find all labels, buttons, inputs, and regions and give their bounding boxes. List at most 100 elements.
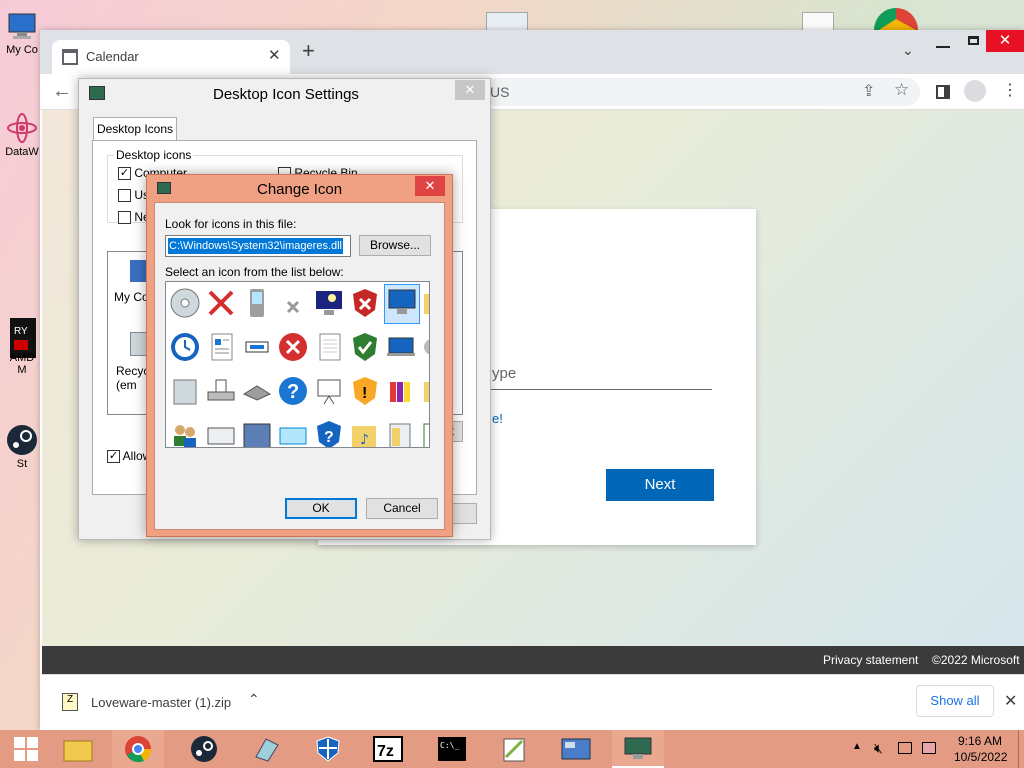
show-desktop-button[interactable] — [1018, 730, 1024, 768]
security-alert-icon[interactable] — [922, 742, 936, 754]
settings-shortcut-icon[interactable] — [486, 12, 528, 32]
tab-calendar[interactable]: Calendar ✕ — [52, 40, 290, 74]
profile-avatar-icon[interactable] — [964, 80, 986, 102]
speaker-muted-icon[interactable]: 🔇︎ — [874, 740, 883, 757]
back-arrow-icon[interactable]: ← — [52, 80, 72, 103]
tab-close-icon[interactable]: ✕ — [268, 46, 281, 64]
shield-help-icon[interactable]: ? — [312, 418, 346, 447]
maximize-icon[interactable] — [968, 36, 979, 45]
card-link[interactable]: e! — [492, 411, 503, 426]
clock-icon[interactable] — [168, 330, 202, 364]
menu-kebab-icon[interactable]: ⋮ — [1002, 80, 1018, 102]
svg-text:?: ? — [324, 429, 334, 446]
taskbar-defender[interactable] — [302, 730, 354, 768]
shield-warning-icon[interactable]: ! — [348, 374, 382, 408]
monitor-icon-selected[interactable] — [384, 284, 420, 324]
blue-folder-icon[interactable] — [240, 418, 274, 447]
taskbar-7zip[interactable]: 7z — [362, 730, 414, 768]
blank-document-icon[interactable] — [312, 330, 346, 364]
look-label: Look for icons in this file: — [165, 217, 297, 231]
next-button[interactable]: Next — [606, 469, 714, 501]
side-panel-icon[interactable] — [936, 85, 950, 99]
taskbar: 7z C:\_ ▲ 🔇︎ 9:16 AM 10/5/2022 — [0, 730, 1024, 768]
desktop-icon-computer[interactable]: My Co — [2, 10, 42, 56]
icon-list[interactable]: ? ! ? ♪ ‹ › — [165, 281, 430, 448]
taskbar-notebook[interactable] — [240, 730, 292, 768]
allow-themes-checkbox[interactable]: ✓ Allow — [107, 449, 151, 464]
file-path-input[interactable]: C:\Windows\System32\imageres.dll — [165, 235, 351, 257]
device-icon[interactable] — [168, 374, 202, 408]
taskbar-control-panel[interactable] — [550, 730, 602, 768]
gear-icon[interactable] — [422, 330, 429, 364]
display-icon — [157, 182, 171, 194]
computer-icon — [6, 10, 38, 42]
window-close-icon[interactable]: ✕ — [986, 30, 1024, 52]
tab-desktop-icons[interactable]: Desktop Icons — [93, 117, 177, 141]
dialog-close-icon[interactable]: ✕ — [455, 80, 485, 100]
chrome-shortcut-icon[interactable] — [874, 8, 918, 30]
start-button[interactable] — [0, 730, 52, 768]
cancel-button[interactable]: Cancel — [366, 498, 438, 519]
tablet-icon[interactable] — [276, 418, 310, 447]
clock-date[interactable]: 10/5/2022 — [954, 750, 1007, 764]
taskbar-steam[interactable] — [178, 730, 230, 768]
desktop-icon-steam[interactable]: St — [2, 424, 42, 470]
dialog-title: Desktop Icon Settings — [213, 86, 359, 103]
taskbar-chrome[interactable] — [112, 730, 164, 768]
taskbar-display-settings[interactable] — [612, 730, 664, 768]
media-library-icon[interactable] — [384, 374, 418, 408]
network-checkbox[interactable]: Ne — [118, 210, 150, 225]
tab-search-icon[interactable]: ⌄ — [902, 42, 914, 59]
shield-ok-icon[interactable] — [348, 330, 382, 364]
gray-x-icon[interactable] — [276, 286, 310, 320]
night-monitor-icon[interactable] — [312, 286, 346, 320]
clock-time[interactable]: 9:16 AM — [958, 734, 1002, 748]
scanner-icon[interactable] — [204, 374, 238, 408]
tray-overflow-icon[interactable]: ▲ — [852, 741, 862, 752]
error-circle-icon[interactable] — [276, 330, 310, 364]
taskbar-cmd[interactable]: C:\_ — [426, 730, 478, 768]
input-placeholder[interactable]: ype — [492, 365, 516, 382]
shield-error-icon[interactable] — [348, 286, 382, 320]
bookmark-star-icon[interactable]: ☆ — [894, 80, 909, 100]
dialog-close-icon[interactable]: ✕ — [415, 176, 445, 196]
download-filename[interactable]: Loveware-master (1).zip — [91, 695, 231, 710]
music-folder-icon[interactable]: ♪ — [348, 418, 382, 447]
document-list-icon[interactable] — [204, 330, 238, 364]
taskbar-file-explorer[interactable] — [52, 730, 104, 768]
share-icon[interactable]: ⇪ — [862, 81, 875, 101]
download-bar-close-icon[interactable]: ✕ — [1004, 691, 1017, 711]
dvd-icon[interactable] — [168, 286, 202, 320]
help-circle-icon[interactable]: ? — [276, 374, 310, 408]
taskbar-notepadpp[interactable] — [488, 730, 540, 768]
folder-icon[interactable] — [422, 374, 429, 408]
desktop-icon-label: DataW — [5, 146, 39, 158]
dialog-titlebar: Desktop Icon Settings ✕ — [79, 79, 490, 109]
desktop-icon-amd[interactable]: RY AMD M — [2, 318, 42, 376]
chevron-up-icon[interactable]: ⌃ — [248, 691, 260, 708]
chrome-icon — [125, 736, 152, 763]
network-icon[interactable] — [898, 742, 912, 754]
ok-button[interactable]: OK — [285, 498, 357, 519]
pda-icon[interactable] — [240, 286, 274, 320]
display-icon — [624, 737, 652, 759]
show-all-button[interactable]: Show all — [916, 685, 994, 717]
flat-scanner-icon[interactable] — [240, 374, 274, 408]
laptop-icon[interactable] — [384, 330, 418, 364]
users-icon[interactable] — [168, 418, 202, 447]
network-adapter-icon[interactable] — [240, 330, 274, 364]
open-folder-icon[interactable] — [384, 418, 418, 447]
document-shortcut-icon[interactable] — [802, 12, 834, 32]
minimize-icon[interactable] — [936, 46, 950, 48]
spreadsheet-icon[interactable] — [422, 418, 429, 447]
folder-icon[interactable] — [422, 286, 429, 320]
projector-screen-icon[interactable] — [312, 374, 346, 408]
desktop-icon-dataw[interactable]: DataW — [2, 112, 42, 158]
new-tab-button[interactable]: + — [302, 40, 315, 62]
drive-bay-icon[interactable] — [204, 418, 238, 447]
privacy-link[interactable]: Privacy statement — [823, 653, 918, 667]
red-x-icon[interactable] — [204, 286, 238, 320]
browse-button[interactable]: Browse... — [359, 235, 431, 256]
atom-app-icon — [6, 112, 38, 144]
defender-icon — [316, 736, 340, 762]
